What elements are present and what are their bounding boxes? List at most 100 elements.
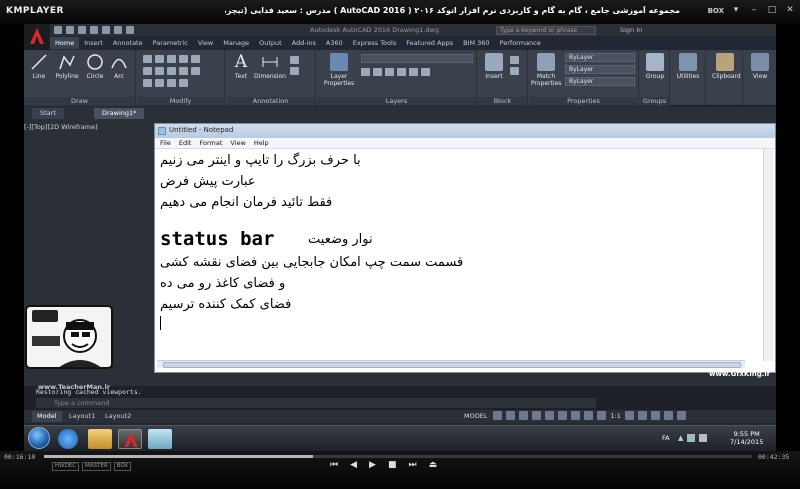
properties-group-label[interactable]: Properties <box>529 97 638 106</box>
mirror-icon[interactable] <box>155 67 164 75</box>
snap-icon[interactable] <box>506 411 516 420</box>
open-icon[interactable] <box>66 26 74 34</box>
array-icon[interactable] <box>167 79 176 87</box>
annotation-group-label[interactable]: Annotation <box>226 97 315 106</box>
utilities-button[interactable]: Utilities <box>675 53 701 80</box>
modify-group-label[interactable]: Modify <box>137 97 224 106</box>
next-icon[interactable]: ⏭ <box>408 460 416 470</box>
ribbon-tab-featured-apps[interactable]: Featured Apps <box>401 37 458 49</box>
grid-icon[interactable] <box>493 411 503 420</box>
notepad-taskbar-icon[interactable] <box>148 429 172 449</box>
layer-current-icon[interactable] <box>409 68 418 76</box>
stop-icon[interactable]: ■ <box>388 460 397 470</box>
tag-hwdec[interactable]: HWDEC <box>52 462 80 471</box>
copy-icon[interactable] <box>143 67 152 75</box>
polyline-button[interactable]: Polyline <box>52 53 82 80</box>
edit-block-icon[interactable] <box>510 67 519 75</box>
layer-match-icon[interactable] <box>421 68 430 76</box>
ribbon-tab-add-ins[interactable]: Add-ins <box>287 37 321 49</box>
menu-format[interactable]: Format <box>199 138 222 148</box>
annotation-scale[interactable]: 1:1 <box>610 412 620 420</box>
start-button[interactable] <box>28 427 50 449</box>
block-group-label[interactable]: Block <box>478 97 527 106</box>
player-box-label[interactable]: BOX <box>708 7 724 15</box>
color-dropdown[interactable]: ByLayer <box>565 53 635 62</box>
signin-button[interactable]: Sign In <box>620 26 642 34</box>
ribbon-tab-parametric[interactable]: Parametric <box>148 37 193 49</box>
new-icon[interactable] <box>54 26 62 34</box>
osnap-icon[interactable] <box>545 411 555 420</box>
annotation-visibility-icon[interactable] <box>584 411 594 420</box>
ribbon-tab-a360[interactable]: A360 <box>321 37 348 49</box>
autocad-app-button[interactable] <box>24 24 50 50</box>
leader-icon[interactable] <box>290 56 299 64</box>
close-icon[interactable]: ✕ <box>784 5 796 16</box>
circle-button[interactable]: Circle <box>82 53 108 80</box>
taskbar-clock[interactable]: 9:55 PM 7/14/2015 <box>730 430 763 446</box>
otrack-icon[interactable] <box>558 411 568 420</box>
customization-icon[interactable] <box>676 411 686 420</box>
save-icon[interactable] <box>78 26 86 34</box>
layers-group-label[interactable]: Layers <box>317 97 476 106</box>
groups-group-label[interactable]: Groups <box>640 97 669 106</box>
chamfer-icon[interactable] <box>179 79 188 87</box>
layer-properties-button[interactable]: Layer Properties <box>319 53 359 87</box>
menu-edit[interactable]: Edit <box>179 138 192 148</box>
move-icon[interactable] <box>143 55 152 63</box>
erase-icon[interactable] <box>179 55 188 63</box>
ribbon-tab-bim-360[interactable]: BIM 360 <box>458 37 494 49</box>
layout-tab-layout1[interactable]: Layout1 <box>64 411 100 422</box>
create-block-icon[interactable] <box>510 56 519 64</box>
layout-tab-layout2[interactable]: Layout2 <box>100 411 136 422</box>
scale2-icon[interactable] <box>155 79 164 87</box>
hardware-acceleration-icon[interactable] <box>650 411 660 420</box>
pin-icon[interactable]: ▾ <box>730 5 742 16</box>
stretch-icon[interactable] <box>143 79 152 87</box>
ortho-icon[interactable] <box>519 411 529 420</box>
search-input[interactable]: Type a keyword or phrase <box>496 26 596 35</box>
explode-icon[interactable] <box>191 55 200 63</box>
layer-lock-icon[interactable] <box>397 68 406 76</box>
menu-view[interactable]: View <box>230 138 245 148</box>
network-icon[interactable] <box>687 434 696 442</box>
tray-up-icon[interactable]: ▲ <box>678 434 683 442</box>
offset-icon[interactable] <box>191 67 200 75</box>
view-button[interactable]: View <box>747 53 773 80</box>
rewind-icon[interactable]: ◀ <box>350 460 357 470</box>
match-properties-button[interactable]: Match Properties <box>531 53 561 87</box>
menu-help[interactable]: Help <box>254 138 269 148</box>
text-button[interactable]: A Text <box>228 53 254 80</box>
redo-icon[interactable] <box>126 26 134 34</box>
scrollbar-thumb[interactable] <box>163 362 741 368</box>
layer-freeze-icon[interactable] <box>385 68 394 76</box>
lineweight-dropdown[interactable]: ByLayer <box>565 65 635 74</box>
layout-tab-model[interactable]: Model <box>32 411 62 422</box>
internet-explorer-icon[interactable] <box>58 429 78 449</box>
file-tab-start[interactable]: Start <box>32 108 64 119</box>
notepad-horizontal-scrollbar[interactable] <box>157 360 745 368</box>
line-button[interactable]: Line <box>26 53 52 80</box>
maximize-icon[interactable]: □ <box>766 5 778 16</box>
layer-isolate-icon[interactable] <box>373 68 382 76</box>
rotate-icon[interactable] <box>155 55 164 63</box>
fillet-icon[interactable] <box>167 67 176 75</box>
autocad-taskbar-icon[interactable] <box>118 429 142 449</box>
menu-file[interactable]: File <box>160 138 171 148</box>
ribbon-tab-performance[interactable]: Performance <box>495 37 546 49</box>
clean-screen-icon[interactable] <box>663 411 673 420</box>
seek-bar[interactable] <box>44 455 752 458</box>
layer-off-icon[interactable] <box>361 68 370 76</box>
ribbon-tab-view[interactable]: View <box>193 37 218 49</box>
file-explorer-icon[interactable] <box>88 429 112 449</box>
ribbon-tab-home[interactable]: Home <box>50 37 80 49</box>
arc-button[interactable]: Arc <box>106 53 132 80</box>
plot-icon[interactable] <box>102 26 110 34</box>
play-icon[interactable]: ▶ <box>369 460 376 470</box>
notepad-vertical-scrollbar[interactable] <box>763 149 774 361</box>
viewport-controls[interactable]: [-][Top][2D Wireframe] <box>24 123 98 131</box>
tag-box[interactable]: BOX <box>113 462 132 471</box>
draw-group-label[interactable]: Draw <box>24 97 135 106</box>
clipboard-button[interactable]: Clipboard <box>712 53 741 80</box>
isolate-objects-icon[interactable] <box>637 411 647 420</box>
language-indicator[interactable]: FA <box>662 434 670 442</box>
